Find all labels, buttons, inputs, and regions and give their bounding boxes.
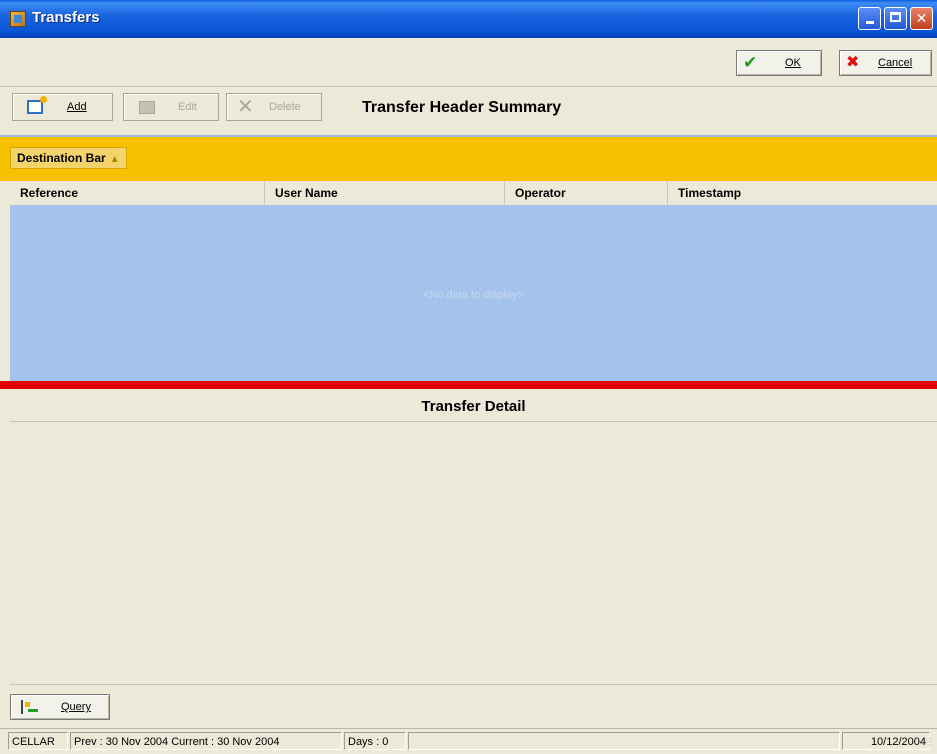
title-bar[interactable]: Transfers ✕ [0, 0, 937, 38]
cancel-button[interactable]: ✖ Cancel [839, 50, 932, 76]
header-toolbar: Add Edit ✕ Delete Transfer Header Summar… [0, 87, 937, 137]
edit-label: Edit [178, 101, 197, 113]
delete-x-icon: ✕ [237, 96, 254, 118]
column-header-operator[interactable]: Operator [505, 181, 668, 205]
resize-grip-icon[interactable]: ⋮ [925, 737, 935, 748]
minimize-button[interactable] [858, 7, 881, 30]
detail-panel [10, 422, 937, 685]
checkmark-icon: ✔ [743, 53, 758, 72]
close-icon: ✕ [915, 10, 928, 26]
column-header-user-name[interactable]: User Name [265, 181, 505, 205]
cancel-label: Cancel [878, 57, 913, 69]
maximize-icon [890, 12, 901, 22]
delete-button[interactable]: ✕ Delete [226, 93, 322, 121]
column-header-timestamp[interactable]: Timestamp [668, 181, 937, 205]
status-bar: CELLAR Prev : 30 Nov 2004 Current : 30 N… [0, 728, 937, 754]
close-button[interactable]: ✕ [910, 7, 933, 30]
group-by-label: Destination Bar [17, 151, 106, 165]
add-button[interactable]: Add [12, 93, 113, 121]
status-days: Days : 0 [344, 732, 406, 750]
empty-grid-message: <No data to display> [423, 289, 524, 301]
minimize-icon [865, 21, 874, 24]
grid-header: Reference User Name Operator Timestamp [10, 181, 937, 206]
status-period: Prev : 30 Nov 2004 Current : 30 Nov 2004 [70, 732, 342, 750]
section-title: Transfer Header Summary [362, 99, 562, 116]
app-icon [10, 11, 26, 27]
edit-button[interactable]: Edit [123, 93, 219, 121]
add-label: Add [67, 101, 87, 113]
window-title: Transfers [32, 9, 100, 26]
grid-body[interactable]: <No data to display> [10, 205, 937, 381]
splitter[interactable] [0, 381, 937, 389]
edit-record-icon [139, 101, 155, 114]
query-button[interactable]: Query [10, 694, 110, 720]
status-location: CELLAR [8, 732, 68, 750]
sort-ascending-icon: ▲ [109, 154, 120, 165]
query-label: Query [61, 701, 91, 713]
add-record-icon [27, 96, 47, 114]
detail-title: Transfer Detail [421, 398, 526, 415]
cancel-x-icon: ✖ [846, 54, 860, 71]
group-by-chip[interactable]: Destination Bar ▲ [10, 147, 127, 169]
status-message [408, 732, 840, 750]
ok-button[interactable]: ✔ OK [736, 50, 822, 76]
column-header-reference[interactable]: Reference [10, 181, 265, 205]
dialog-actions: ✔ OK ✖ Cancel [0, 38, 937, 87]
delete-label: Delete [269, 101, 301, 113]
group-by-panel: Destination Bar ▲ [0, 137, 937, 181]
maximize-button[interactable] [884, 7, 907, 30]
detail-header: Transfer Detail [10, 393, 937, 422]
status-date: 10/12/2004 [842, 732, 930, 750]
query-icon [21, 700, 38, 714]
ok-label: OK [785, 57, 801, 69]
